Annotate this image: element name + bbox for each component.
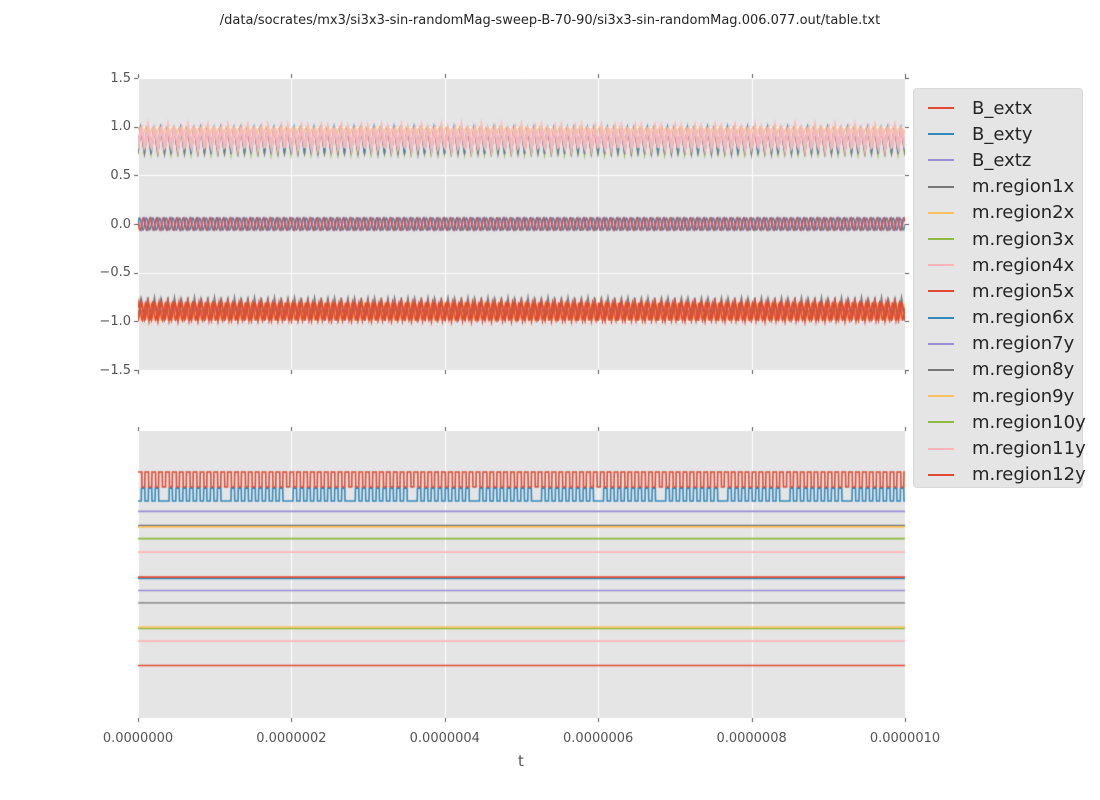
x-axis-label: t [518, 752, 524, 770]
legend-line-sample [928, 316, 954, 319]
legend-entry: B_extx [914, 95, 1082, 121]
legend-line-sample [928, 395, 954, 398]
legend-line-sample [928, 368, 954, 371]
legend-line-sample [928, 473, 954, 476]
legend-entry: B_exty [914, 121, 1082, 147]
legend-line-sample [928, 185, 954, 188]
legend-line-sample [928, 290, 954, 293]
legend-entry: m.region11y [914, 435, 1086, 461]
legend-entry: m.region5x [914, 278, 1082, 304]
legend-entry: m.region9y [914, 383, 1082, 409]
legend-label: m.region9y [972, 385, 1075, 407]
legend-label: m.region3x [972, 228, 1075, 250]
legend-line-sample [928, 238, 954, 241]
legend-line-sample [928, 107, 954, 110]
legend-label: m.region1x [972, 176, 1075, 198]
y-tick-label: −0.5 [99, 265, 131, 281]
legend-line-sample [928, 421, 954, 424]
legend-label: m.region4x [972, 254, 1075, 276]
legend-line-sample [928, 133, 954, 136]
legend-entry: m.region1x [914, 174, 1082, 200]
legend-label: m.region5x [972, 280, 1075, 302]
legend-line-sample [928, 342, 954, 345]
legend-entry: m.region4x [914, 252, 1082, 278]
legend-label: m.region6x [972, 307, 1075, 329]
legend-entry: m.region3x [914, 226, 1082, 252]
legend-label: m.region7y [972, 333, 1075, 355]
legend-entry: m.region7y [914, 331, 1082, 357]
legend-label: B_extz [972, 149, 1032, 171]
legend-label: m.region2x [972, 202, 1075, 224]
y-tick-label: 0.5 [110, 167, 131, 183]
legend-label: m.region10y [972, 411, 1086, 433]
figure-title: /data/socrates/mx3/si3x3-sin-randomMag-s… [219, 13, 881, 28]
legend-entry: m.region12y [914, 462, 1086, 488]
legend-entry: m.region6x [914, 305, 1082, 331]
x-tick-label: 0.0000004 [409, 731, 480, 746]
legend-label: m.region11y [972, 438, 1086, 460]
legend-line-sample [928, 264, 954, 267]
x-tick-label: 0.0000000 [102, 731, 174, 746]
legend-line-sample [928, 159, 954, 162]
legend-line-sample [928, 211, 954, 214]
legend-entry: m.region2x [914, 200, 1082, 226]
y-tick-label: −1.0 [99, 313, 131, 329]
legend-label: B_exty [972, 123, 1033, 145]
x-tick-label: 0.0000002 [256, 731, 327, 746]
x-tick-label: 0.0000010 [869, 731, 941, 746]
legend-line-sample [928, 447, 954, 450]
legend-entry: B_extz [914, 147, 1082, 173]
legend-entry: m.region10y [914, 409, 1086, 435]
x-tick-label: 0.0000008 [716, 731, 787, 746]
y-tick-label: −1.5 [99, 362, 131, 378]
legend-label: B_extx [972, 97, 1033, 119]
y-tick-label: 0.0 [110, 216, 131, 232]
legend-label: m.region8y [972, 359, 1075, 381]
legend: B_extx B_exty B_extz m.region1x m.region2x m.… [913, 88, 1086, 488]
x-tick-label: 0.0000006 [563, 731, 634, 746]
y-tick-label: 1.0 [110, 119, 131, 135]
legend-label: m.region12y [972, 464, 1086, 486]
matplotlib-figure: /data/socrates/mx3/si3x3-sin-randomMag-s… [0, 0, 1100, 800]
y-tick-label: 1.5 [110, 70, 131, 86]
legend-entry: m.region8y [914, 357, 1082, 383]
